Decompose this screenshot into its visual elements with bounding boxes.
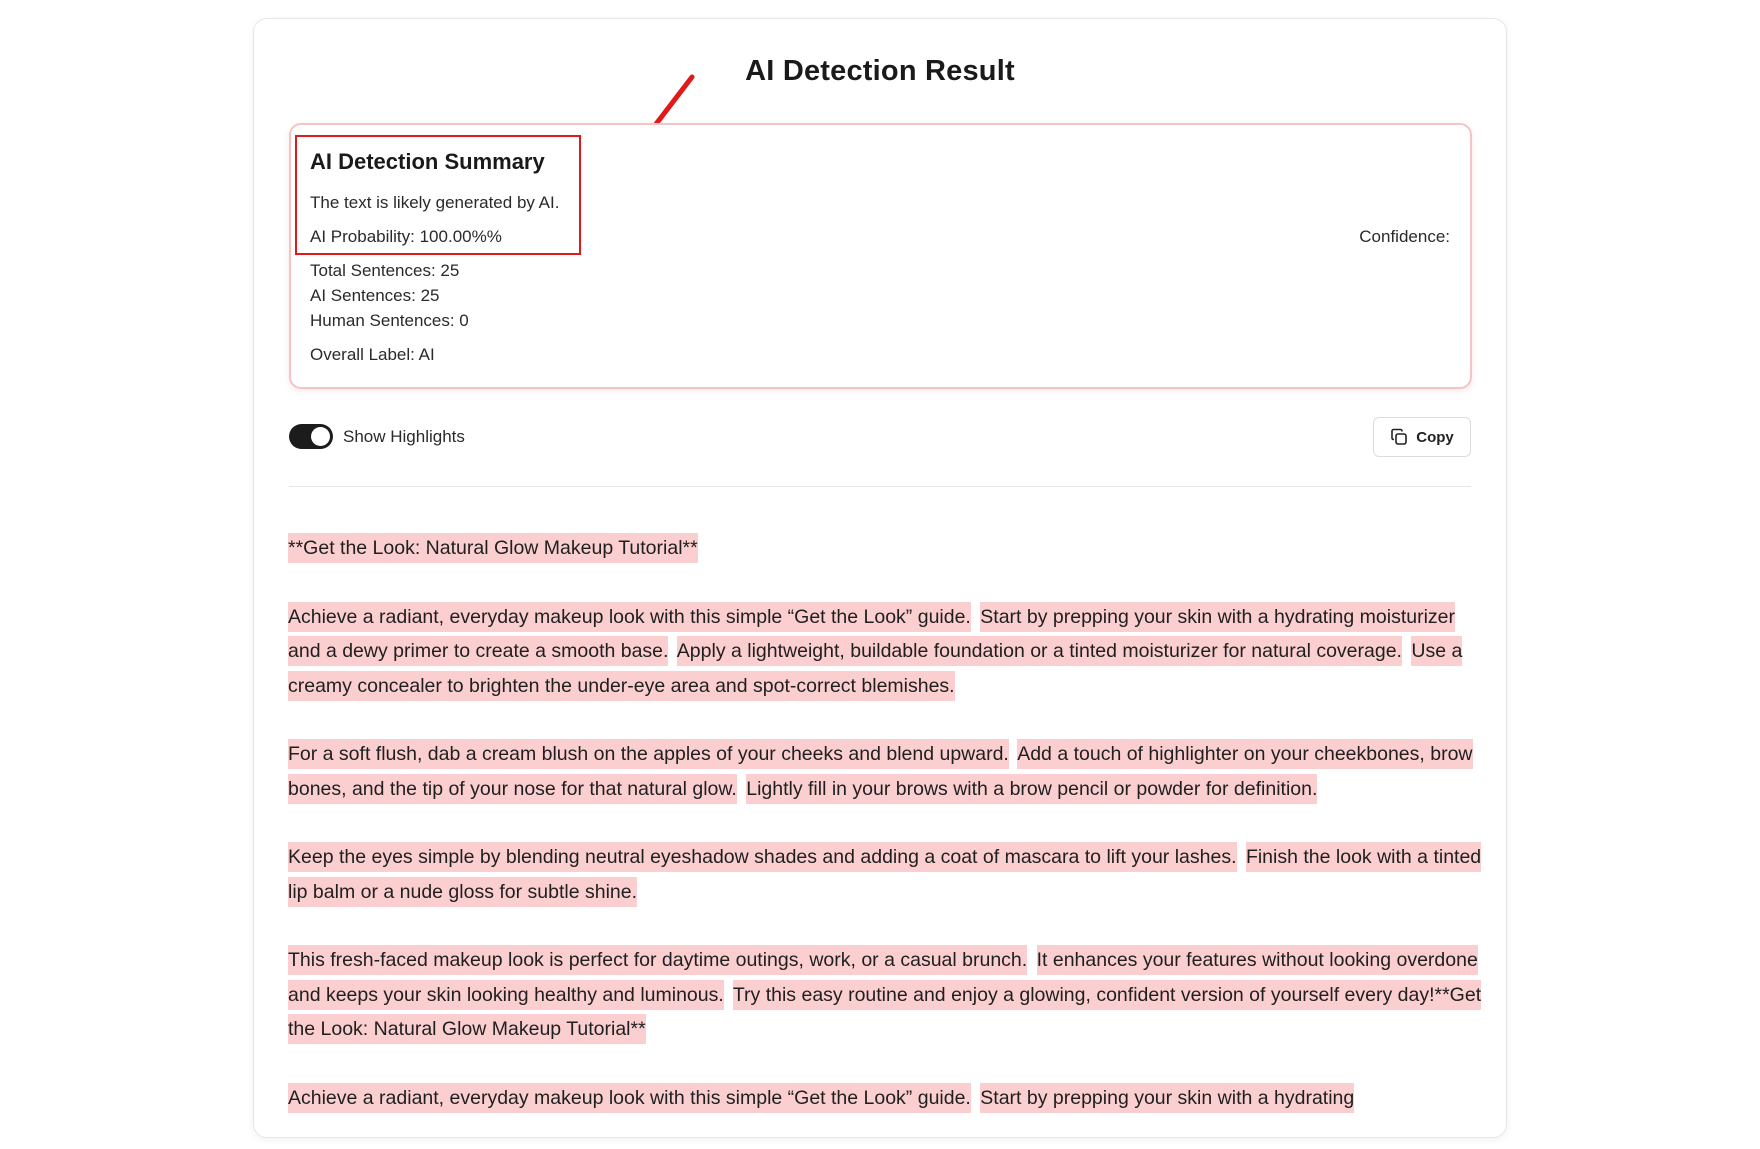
ai-probability: AI Probability: 100.00%% [310, 227, 502, 246]
text-paragraph: Achieve a radiant, everyday makeup look … [288, 1081, 1483, 1116]
detection-summary-panel: AI Detection Summary The text is likely … [289, 123, 1472, 389]
show-highlights-toggle[interactable] [289, 424, 333, 449]
analyzed-text: **Get the Look: Natural Glow Makeup Tuto… [288, 531, 1483, 1149]
toggle-knob [311, 427, 330, 446]
ai-sentence-highlight: **Get the Look: Natural Glow Makeup Tuto… [288, 533, 698, 563]
copy-label: Copy [1416, 428, 1454, 446]
text-paragraph: For a soft flush, dab a cream blush on t… [288, 737, 1483, 806]
show-highlights-label: Show Highlights [343, 426, 465, 446]
ai-sentence-highlight: Keep the eyes simple by blending neutral… [288, 842, 1237, 872]
ai-sentence-highlight: Start by prepping your skin with a hydra… [980, 1082, 1355, 1113]
ai-sentence-highlight: This fresh-faced makeup look is perfect … [288, 945, 1028, 975]
human-sentences: Human Sentences: 0 [310, 311, 469, 330]
ai-sentence-highlight: Lightly fill in your brows with a brow p… [746, 773, 1318, 804]
page-title: AI Detection Result [745, 55, 1015, 87]
copy-button[interactable]: Copy [1373, 417, 1471, 457]
summary-title: AI Detection Summary [310, 149, 545, 174]
confidence-label: Confidence: [1359, 227, 1450, 246]
text-paragraph: This fresh-faced makeup look is perfect … [288, 943, 1483, 1047]
text-paragraph: Achieve a radiant, everyday makeup look … [288, 600, 1483, 704]
highlight-toggle-row: Show Highlights [289, 424, 465, 449]
ai-sentence-highlight: Achieve a radiant, everyday makeup look … [288, 601, 971, 632]
ai-sentence-highlight: Achieve a radiant, everyday makeup look … [288, 1082, 971, 1113]
overall-label: Overall Label: AI [310, 345, 435, 364]
text-paragraph: Keep the eyes simple by blending neutral… [288, 840, 1483, 909]
divider [289, 486, 1471, 487]
result-card: AI Detection Result AI Detection Summary… [253, 18, 1507, 1138]
ai-sentence-highlight: Apply a lightweight, buildable foundatio… [676, 636, 1402, 666]
ai-sentence-highlight: For a soft flush, dab a cream blush on t… [288, 739, 1009, 769]
summary-verdict: The text is likely generated by AI. [310, 193, 560, 212]
total-sentences: Total Sentences: 25 [310, 261, 460, 280]
ai-sentences: AI Sentences: 25 [310, 286, 440, 305]
copy-icon [1391, 428, 1408, 445]
text-paragraph: **Get the Look: Natural Glow Makeup Tuto… [288, 531, 1483, 566]
